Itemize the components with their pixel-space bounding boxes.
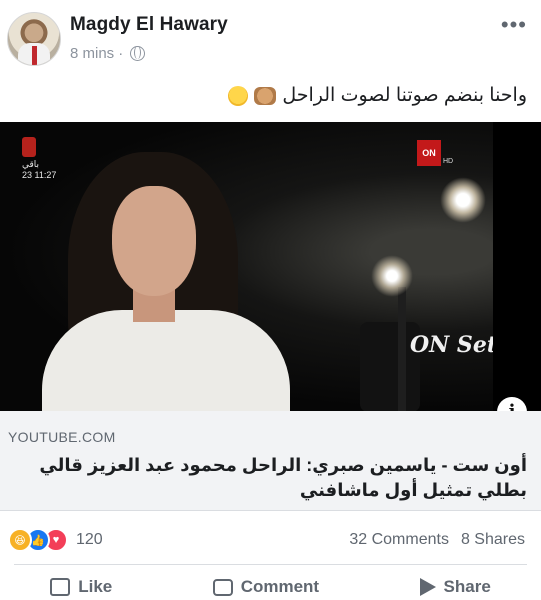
post-time[interactable]: 8 mins [70, 45, 114, 62]
show-logo: ON Set [410, 332, 497, 358]
share-label: Share [443, 577, 491, 596]
channel-label: باقي [22, 159, 40, 169]
like-label: Like [78, 577, 113, 596]
comment-label: Comment [240, 577, 320, 596]
comment-button[interactable]: Comment [212, 577, 320, 597]
link-domain: YOUTUBE.COM [8, 429, 116, 445]
action-bar: Like Comment Share [0, 574, 541, 600]
post-stats: 😆 👍 ♥ 120 32 Comments 8 Shares [0, 522, 541, 556]
divider [14, 564, 527, 565]
video-light [371, 255, 413, 297]
avatar[interactable] [7, 12, 61, 66]
sad-face-emoji-icon [228, 85, 249, 106]
on-logo: ON [417, 140, 441, 166]
video-person [20, 152, 300, 411]
post-text: واحنا بنضم صوتنا لصوت الراحل [282, 85, 527, 106]
author-name[interactable]: Magdy El Hawary [70, 14, 228, 36]
haha-reaction-icon: 😆 [8, 528, 32, 552]
share-button[interactable]: Share [419, 577, 491, 597]
shares-count[interactable]: 8 Shares [461, 531, 525, 549]
video-player[interactable]: باقي 23 11:27 ON HD ON Set [0, 122, 541, 411]
globe-icon[interactable] [130, 46, 146, 61]
post-meta: 8 mins · [70, 45, 146, 62]
link-preview[interactable]: YOUTUBE.COM أون ست - ياسمين صبري: الراحل… [0, 411, 541, 511]
share-icon [419, 578, 436, 596]
reactions[interactable]: 😆 👍 ♥ 120 [8, 528, 103, 552]
comments-count[interactable]: 32 Comments [349, 531, 449, 549]
comment-icon [212, 578, 233, 596]
reaction-count[interactable]: 120 [76, 531, 103, 549]
meta-separator: · [118, 45, 124, 62]
video-side-bar [493, 122, 541, 411]
thumbs-up-icon [50, 578, 71, 596]
link-title[interactable]: أون ست - ياسمين صبري: الراحل محمود عبد ا… [7, 453, 527, 503]
post-header: Magdy El Hawary 8 mins · ••• [0, 0, 541, 75]
channel-logo: باقي 23 11:27 [22, 137, 56, 180]
comment-share-counts: 32 Comments 8 Shares [349, 531, 525, 549]
post-text-row: واحنا بنضم صوتنا لصوت الراحل [228, 84, 527, 107]
fist-emoji-icon [254, 86, 277, 105]
video-pole [398, 287, 406, 411]
on-hd-label: HD [443, 158, 454, 165]
like-button[interactable]: Like [50, 577, 112, 597]
channel-time: 23 11:27 [22, 170, 57, 180]
more-options-icon[interactable]: ••• [501, 14, 527, 36]
video-light [440, 177, 486, 223]
